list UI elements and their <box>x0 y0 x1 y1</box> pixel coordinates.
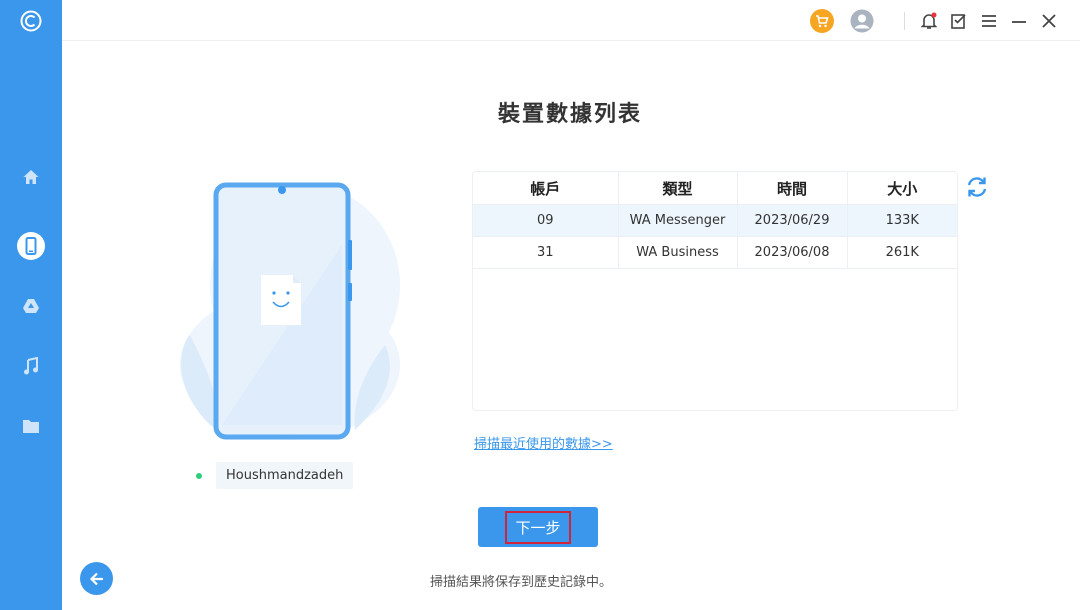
cell-type: WA Business <box>618 236 738 269</box>
arrow-left-icon <box>89 572 103 585</box>
cell-time: 2023/06/08 <box>737 236 848 269</box>
column-header-account: 帳戶 <box>473 172 619 205</box>
cart-icon[interactable] <box>810 9 834 33</box>
save-history-note: 掃描結果將保存到歷史記錄中。 <box>429 575 612 590</box>
home-icon[interactable] <box>16 162 46 192</box>
divider <box>904 12 905 30</box>
refresh-icon[interactable] <box>964 174 990 200</box>
column-header-size: 大小 <box>847 172 957 205</box>
cell-account: 09 <box>473 204 619 237</box>
table-header-row: 帳戶 類型 時間 大小 <box>473 172 957 205</box>
sidebar <box>0 0 62 610</box>
table-row[interactable]: 09 WA Messenger 2023/06/29 133K <box>473 204 957 237</box>
minimize-icon[interactable] <box>1007 9 1031 33</box>
music-icon[interactable] <box>16 351 46 381</box>
cell-size: 133K <box>847 204 957 237</box>
back-button[interactable] <box>80 562 113 595</box>
connected-status-dot <box>196 472 202 479</box>
cell-time: 2023/06/29 <box>737 204 848 237</box>
table-row[interactable]: 31 WA Business 2023/06/08 261K <box>473 236 957 269</box>
page-title: 裝置數據列表 <box>497 101 642 127</box>
next-button[interactable]: 下一步 <box>478 507 598 547</box>
user-icon[interactable] <box>850 9 874 33</box>
scan-recent-data-link[interactable]: 掃描最近使用的數據>> <box>474 433 613 452</box>
feedback-icon[interactable] <box>947 9 971 33</box>
column-header-time: 時間 <box>737 172 848 205</box>
cell-size: 261K <box>847 236 957 269</box>
notification-icon[interactable] <box>917 9 941 33</box>
column-header-type: 類型 <box>618 172 738 205</box>
footer-note: 掃描結果將保存到歷史記錄中。 <box>0 571 1080 590</box>
cell-account: 31 <box>473 236 619 269</box>
title-bar <box>62 0 1080 41</box>
data-table: 帳戶 類型 時間 大小 09 WA Messenger 2023/06/29 1… <box>472 171 958 411</box>
phone-illustration <box>160 175 410 465</box>
phone-icon[interactable] <box>16 231 46 261</box>
cell-type: WA Messenger <box>618 204 738 237</box>
google-drive-icon[interactable] <box>16 291 46 321</box>
device-row: Houshmandzadeh <box>196 462 354 489</box>
close-icon[interactable] <box>1037 9 1061 33</box>
logo-icon <box>16 6 46 36</box>
device-name: Houshmandzadeh <box>216 462 354 489</box>
folder-icon[interactable] <box>16 411 46 441</box>
menu-icon[interactable] <box>977 9 1001 33</box>
next-button-label: 下一步 <box>505 510 571 544</box>
